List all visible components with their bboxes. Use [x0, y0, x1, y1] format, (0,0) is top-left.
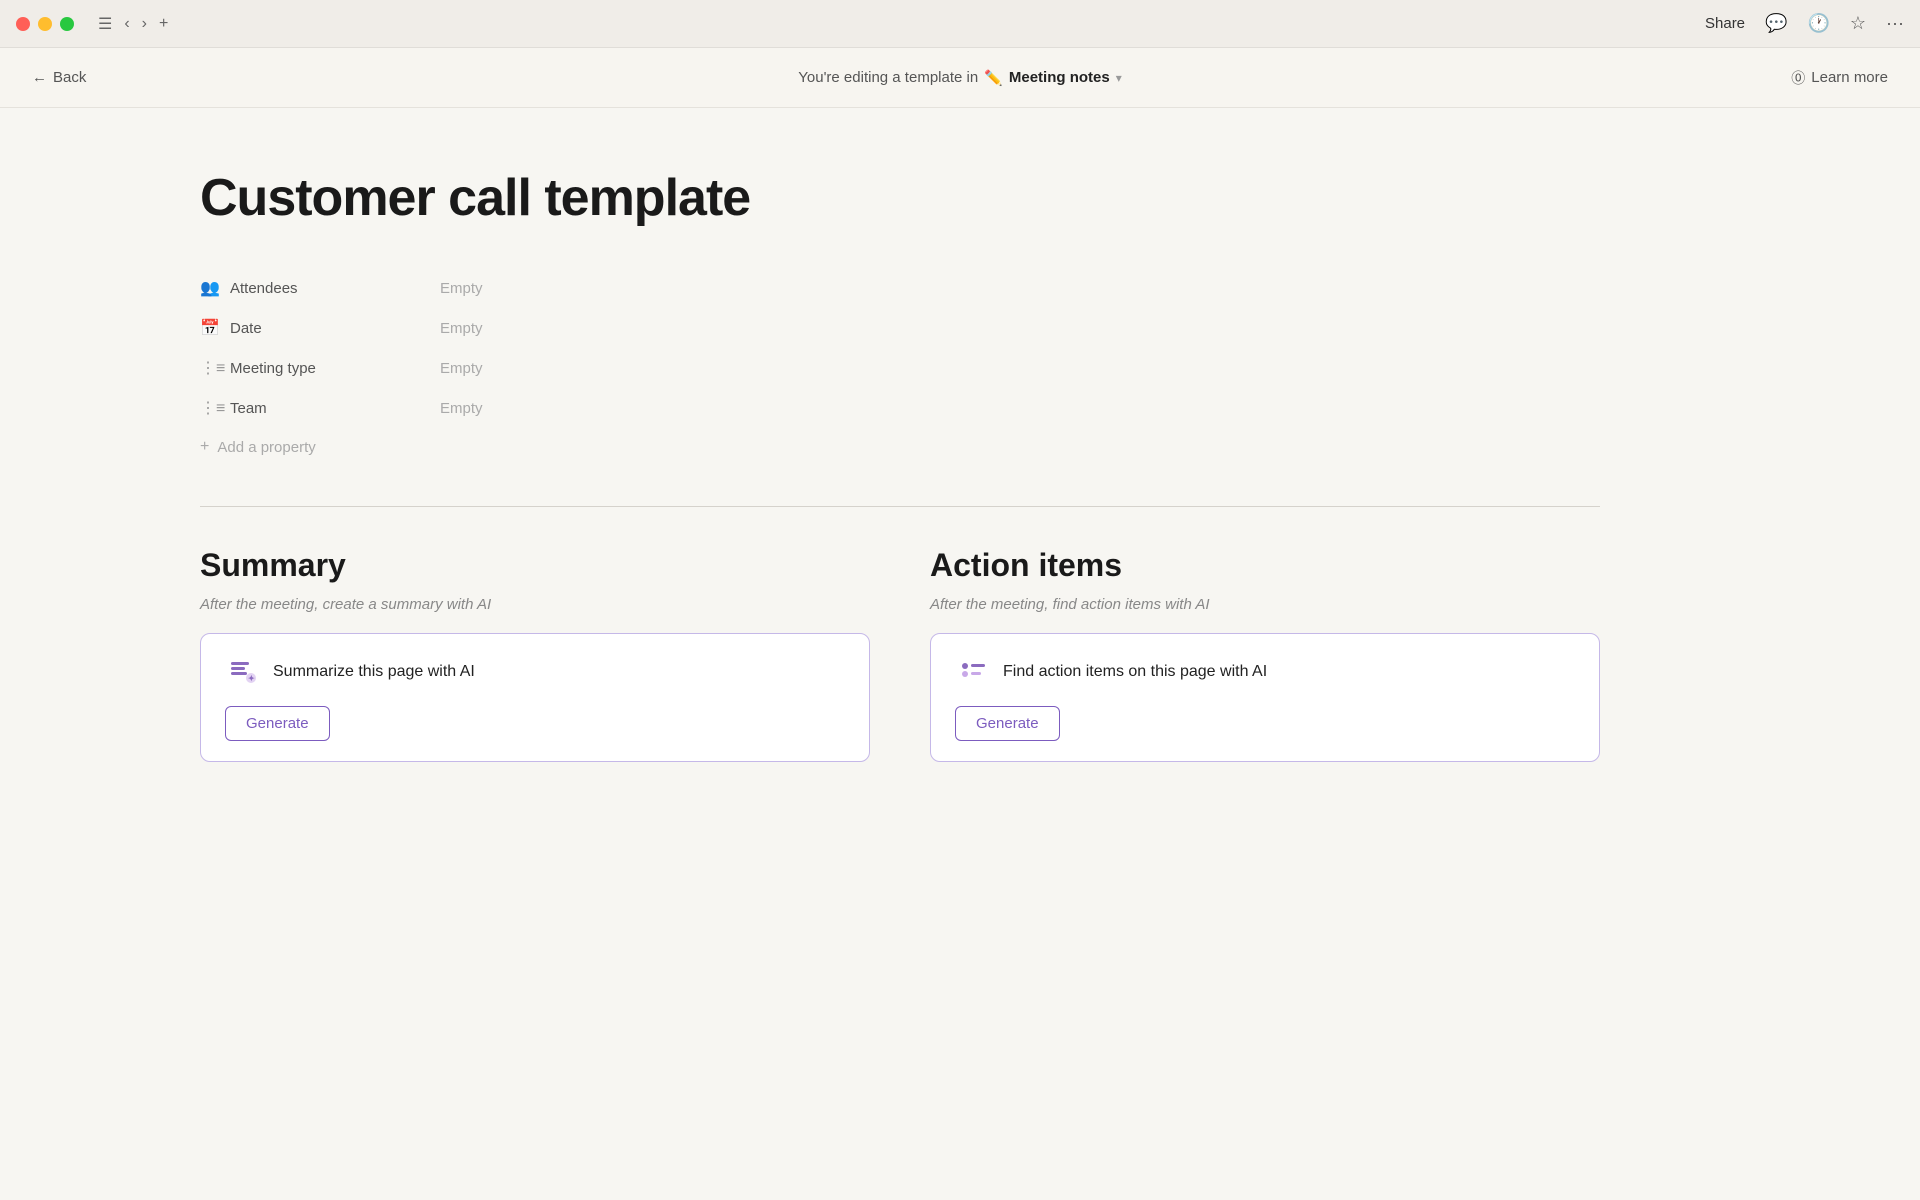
editing-prefix: You're editing a template in: [798, 69, 978, 86]
summary-title: Summary: [200, 547, 870, 584]
action-items-description: After the meeting, find action items wit…: [930, 596, 1600, 613]
calendar-icon: 📅: [200, 318, 220, 338]
traffic-lights: [16, 17, 74, 31]
team-value[interactable]: Empty: [420, 400, 483, 417]
attendees-label: 👥 Attendees: [200, 278, 420, 298]
action-items-column: Action items After the meeting, find act…: [930, 547, 1600, 762]
date-label-text: Date: [230, 320, 262, 337]
new-tab-icon[interactable]: +: [159, 15, 168, 33]
people-icon: 👥: [200, 278, 220, 298]
summary-ai-card: ✦ Summarize this page with AI Generate: [200, 633, 870, 762]
two-col-section: Summary After the meeting, create a summ…: [200, 547, 1600, 762]
attendees-label-text: Attendees: [230, 280, 298, 297]
plus-icon: +: [200, 438, 209, 456]
forward-nav-icon[interactable]: ›: [142, 15, 147, 33]
meeting-type-value[interactable]: Empty: [420, 360, 483, 377]
property-meeting-type: ⋮≡ Meeting type Empty: [200, 348, 1100, 388]
summary-description: After the meeting, create a summary with…: [200, 596, 870, 613]
property-team: ⋮≡ Team Empty: [200, 388, 1100, 428]
more-options-icon[interactable]: ···: [1886, 13, 1904, 34]
action-items-title: Action items: [930, 547, 1600, 584]
add-property-label: Add a property: [217, 439, 315, 456]
favorite-icon[interactable]: ☆: [1850, 13, 1866, 34]
list-icon-1: ⋮≡: [200, 358, 220, 378]
learn-more-label: Learn more: [1811, 69, 1888, 86]
meeting-type-label-text: Meeting type: [230, 360, 316, 377]
properties-section: 👥 Attendees Empty 📅 Date Empty ⋮≡ Meetin…: [200, 268, 1100, 466]
nav-controls: ☰ ‹ › +: [98, 14, 168, 34]
page-title[interactable]: Customer call template: [200, 168, 1720, 228]
comment-icon[interactable]: 💬: [1765, 13, 1787, 34]
summary-card-header: ✦ Summarize this page with AI: [225, 654, 845, 690]
action-items-icon: [955, 654, 991, 690]
back-nav-icon[interactable]: ‹: [124, 15, 129, 33]
main-content: Customer call template 👥 Attendees Empty…: [0, 108, 1920, 1200]
svg-text:✦: ✦: [248, 674, 255, 683]
action-items-card-label: Find action items on this page with AI: [1003, 663, 1267, 681]
summary-generate-button[interactable]: Generate: [225, 706, 330, 741]
maximize-button[interactable]: [60, 17, 74, 31]
action-items-generate-button[interactable]: Generate: [955, 706, 1060, 741]
list-icon-2: ⋮≡: [200, 398, 220, 418]
summarize-icon: ✦: [225, 654, 261, 690]
notebook-name[interactable]: Meeting notes: [1009, 69, 1110, 86]
notebook-emoji: ✏️: [984, 69, 1003, 87]
history-icon[interactable]: 🕐: [1807, 13, 1829, 34]
action-items-card-header: Find action items on this page with AI: [955, 654, 1575, 690]
team-label-text: Team: [230, 400, 267, 417]
property-date: 📅 Date Empty: [200, 308, 1100, 348]
menu-icon[interactable]: ☰: [98, 14, 112, 34]
summary-card-label: Summarize this page with AI: [273, 663, 475, 681]
summary-column: Summary After the meeting, create a summ…: [200, 547, 870, 762]
title-bar-right: Share 💬 🕐 ☆ ···: [1705, 13, 1904, 34]
minimize-button[interactable]: [38, 17, 52, 31]
action-items-ai-card: Find action items on this page with AI G…: [930, 633, 1600, 762]
date-value[interactable]: Empty: [420, 320, 483, 337]
meeting-type-label: ⋮≡ Meeting type: [200, 358, 420, 378]
dropdown-chevron-icon: ▾: [1116, 71, 1122, 85]
back-arrow-icon: ←: [32, 69, 47, 86]
attendees-value[interactable]: Empty: [420, 280, 483, 297]
editing-notice: You're editing a template in ✏️ Meeting …: [798, 69, 1122, 87]
learn-more-button[interactable]: ⓪ Learn more: [1791, 68, 1888, 88]
share-button[interactable]: Share: [1705, 15, 1745, 32]
add-property-button[interactable]: + Add a property: [200, 428, 1100, 466]
property-attendees: 👥 Attendees Empty: [200, 268, 1100, 308]
back-button[interactable]: ← Back: [32, 69, 86, 86]
team-label: ⋮≡ Team: [200, 398, 420, 418]
date-label: 📅 Date: [200, 318, 420, 338]
top-bar: ← Back You're editing a template in ✏️ M…: [0, 48, 1920, 108]
help-circle-icon: ⓪: [1791, 68, 1805, 88]
back-label: Back: [53, 69, 86, 86]
section-divider: [200, 506, 1600, 507]
close-button[interactable]: [16, 17, 30, 31]
title-bar: ☰ ‹ › + Share 💬 🕐 ☆ ···: [0, 0, 1920, 48]
